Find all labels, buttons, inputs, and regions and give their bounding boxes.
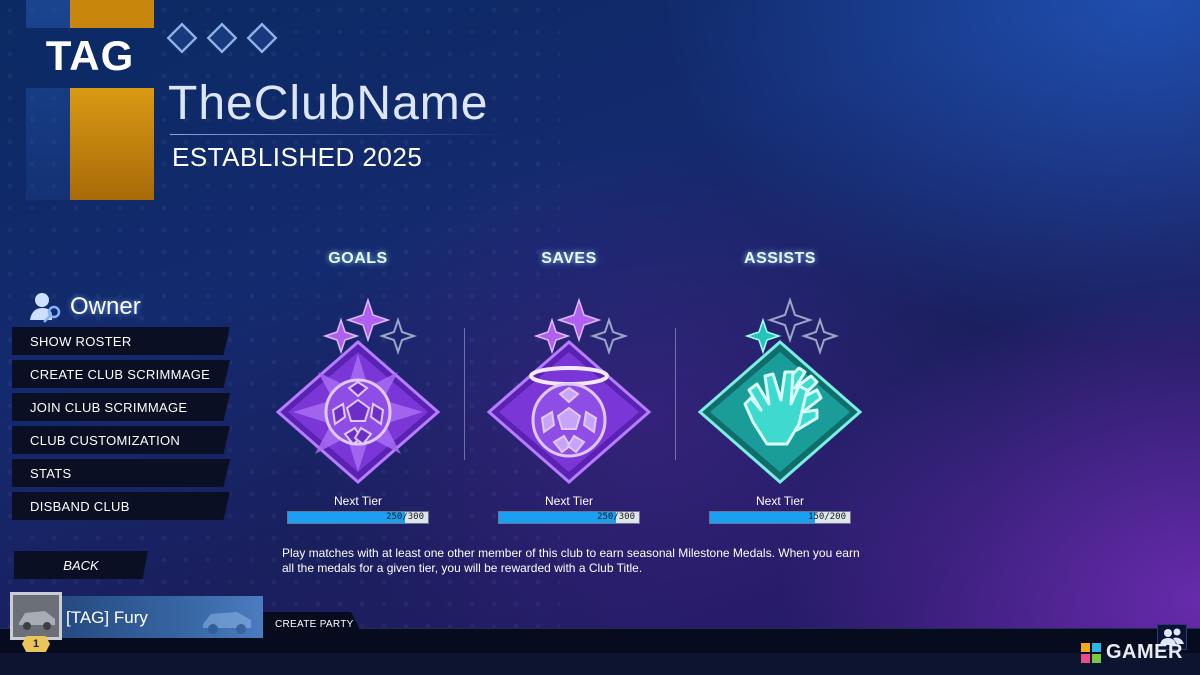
next-tier-label: Next Tier: [544, 494, 593, 508]
progress-text: 250/300: [597, 512, 635, 522]
role-label: Owner: [70, 293, 141, 320]
milestone-description: Play matches with at least one other mem…: [282, 546, 860, 575]
medal-assists[interactable]: ASSISTS Next Tier 150/200: [680, 250, 880, 524]
avatar[interactable]: [10, 592, 62, 640]
progress-text: 150/200: [808, 512, 846, 522]
medal-title: GOALS: [328, 250, 388, 267]
haloed-ball-icon: [486, 297, 652, 484]
create-party-button[interactable]: CREATE PARTY: [263, 612, 363, 636]
medal-saves[interactable]: SAVES Next Tier 250/300: [469, 250, 669, 524]
menu-item-disband-club[interactable]: DISBAND CLUB: [12, 492, 230, 520]
soccer-ball-icon: [275, 297, 441, 484]
star-icon: [322, 297, 418, 356]
next-tier-label: Next Tier: [755, 494, 804, 508]
player-name: [TAG] Fury: [66, 608, 148, 627]
owner-key-icon: [28, 290, 64, 324]
bottom-strip: [0, 653, 1200, 675]
player-level-badge: 1: [22, 636, 50, 652]
high-five-icon: [697, 296, 863, 484]
diamond-icon: [246, 22, 278, 54]
role-header: Owner: [28, 290, 141, 324]
back-button[interactable]: BACK: [14, 551, 148, 579]
gamer-logo-icon: [1081, 642, 1101, 663]
medal-goals[interactable]: GOALS Next Tier 250/300: [258, 250, 458, 524]
club-tag: TAG: [45, 32, 135, 79]
menu-item-join-club-scrimmage[interactable]: JOIN CLUB SCRIMMAGE: [12, 393, 230, 421]
divider: [464, 328, 465, 460]
car-icon: [203, 612, 251, 634]
club-name: TheClubName: [168, 77, 489, 130]
watermark: GAMER: [1080, 641, 1183, 664]
progress-bar: 250/300: [287, 511, 429, 524]
menu-item-show-roster[interactable]: SHOW ROSTER: [12, 327, 230, 355]
progress-bar: 150/200: [709, 511, 851, 524]
car-icon: [19, 611, 55, 630]
club-name-underline: [170, 134, 510, 135]
diamond-icon: [166, 22, 198, 54]
star-icon: [744, 296, 840, 356]
progress-fill: [710, 512, 815, 523]
medal-title: ASSISTS: [744, 250, 816, 267]
diamond-icon: [206, 22, 238, 54]
menu-item-club-customization[interactable]: CLUB CUSTOMIZATION: [12, 426, 230, 454]
menu-item-stats[interactable]: STATS: [12, 459, 230, 487]
club-established: ESTABLISHED 2025: [172, 142, 423, 172]
divider: [675, 328, 676, 460]
watermark-text: GAMER: [1106, 641, 1183, 663]
medal-title: SAVES: [541, 250, 597, 267]
club-rank-diamonds: [166, 22, 278, 54]
next-tier-label: Next Tier: [333, 494, 382, 508]
club-banner-accent: [70, 88, 154, 200]
club-banner-accent-top: [70, 0, 154, 28]
star-icon: [533, 297, 629, 356]
progress-bar: 250/300: [498, 511, 640, 524]
menu-item-create-club-scrimmage[interactable]: CREATE CLUB SCRIMMAGE: [12, 360, 230, 388]
club-menu: SHOW ROSTER CREATE CLUB SCRIMMAGE JOIN C…: [12, 327, 230, 525]
progress-text: 250/300: [386, 512, 424, 522]
